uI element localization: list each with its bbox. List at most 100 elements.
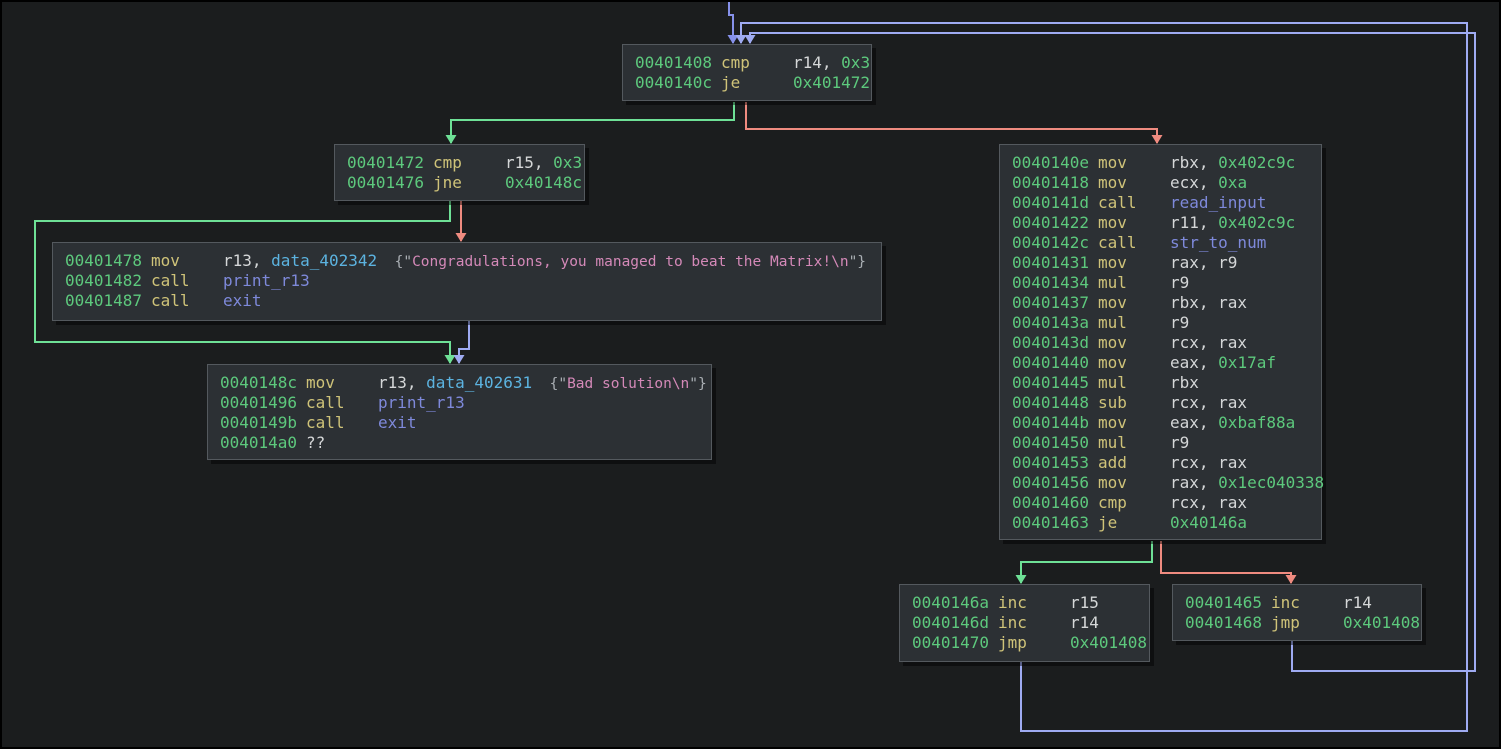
address: 00401460 bbox=[1012, 493, 1098, 513]
graph-canvas[interactable]: 00401408cmpr14, 0x30040140cje0x401472004… bbox=[0, 0, 1501, 749]
instruction-00401437[interactable]: 00401437movrbx, rax bbox=[1000, 293, 1321, 313]
basic-block-0040146a[interactable]: 0040146aincr150040146dincr1400401470jmp0… bbox=[899, 584, 1150, 662]
instruction-00401408[interactable]: 00401408cmpr14, 0x3 bbox=[623, 53, 871, 73]
operand-reg: r9 bbox=[1170, 433, 1189, 452]
address: 0040146d bbox=[912, 613, 998, 633]
instruction-00401478[interactable]: 00401478movr13, data_402342 {"Congradula… bbox=[53, 251, 881, 271]
address: 0040140e bbox=[1012, 153, 1098, 173]
address: 00401482 bbox=[65, 271, 151, 291]
address: 00401468 bbox=[1185, 613, 1271, 633]
address: 00401434 bbox=[1012, 273, 1098, 293]
instruction-00401431[interactable]: 00401431movrax, r9 bbox=[1000, 253, 1321, 273]
basic-block-0040140e[interactable]: 0040140emovrbx, 0x402c9c00401418movecx, … bbox=[999, 144, 1322, 540]
mnemonic: je bbox=[1098, 513, 1170, 533]
operand-reg: eax, bbox=[1170, 353, 1218, 372]
mnemonic: cmp bbox=[433, 153, 505, 173]
instruction-00401476[interactable]: 00401476jne0x40148c bbox=[335, 173, 584, 193]
address: 00401476 bbox=[347, 173, 433, 193]
address: 00401445 bbox=[1012, 373, 1098, 393]
instruction-00401448[interactable]: 00401448subrcx, rax bbox=[1000, 393, 1321, 413]
instruction-00401422[interactable]: 00401422movr11, 0x402c9c bbox=[1000, 213, 1321, 233]
operand-cmt: {" bbox=[377, 254, 412, 270]
mnemonic: call bbox=[151, 291, 223, 311]
operand-imm: 0x402c9c bbox=[1218, 213, 1295, 232]
mnemonic: call bbox=[1098, 233, 1170, 253]
operand-reg: r14 bbox=[1343, 593, 1372, 612]
address: 0040144b bbox=[1012, 413, 1098, 433]
instruction-00401482[interactable]: 00401482callprint_r13 bbox=[53, 271, 881, 291]
operand-fn: print_r13 bbox=[223, 271, 310, 290]
mnemonic: sub bbox=[1098, 393, 1170, 413]
operand-fn: str_to_num bbox=[1170, 233, 1266, 252]
instruction-00401487[interactable]: 00401487callexit bbox=[53, 291, 881, 311]
operand-reg: rcx, rax bbox=[1170, 493, 1247, 512]
instruction-0040142c[interactable]: 0040142ccallstr_to_num bbox=[1000, 233, 1321, 253]
instruction-0040146a[interactable]: 0040146aincr15 bbox=[900, 593, 1149, 613]
instruction-00401463[interactable]: 00401463je0x40146a bbox=[1000, 513, 1321, 533]
operand-imm: 0x3 bbox=[553, 153, 582, 172]
instruction-00401470[interactable]: 00401470jmp0x401408 bbox=[900, 633, 1149, 653]
instruction-00401434[interactable]: 00401434mulr9 bbox=[1000, 273, 1321, 293]
mnemonic: mul bbox=[1098, 373, 1170, 393]
operand-imm: 0x401408 bbox=[1343, 613, 1420, 632]
instruction-0040149b[interactable]: 0040149bcallexit bbox=[208, 413, 711, 433]
operand-cmt: "} bbox=[689, 376, 706, 392]
instruction-0040140e[interactable]: 0040140emovrbx, 0x402c9c bbox=[1000, 153, 1321, 173]
address: 0040149b bbox=[220, 413, 306, 433]
operand-imm: 0x3 bbox=[841, 53, 870, 72]
instruction-00401472[interactable]: 00401472cmpr15, 0x3 bbox=[335, 153, 584, 173]
basic-block-00401478[interactable]: 00401478movr13, data_402342 {"Congradula… bbox=[52, 242, 882, 321]
instruction-0040141d[interactable]: 0040141dcallread_input bbox=[1000, 193, 1321, 213]
operand-reg: r15 bbox=[1070, 593, 1099, 612]
mnemonic: mov bbox=[1098, 173, 1170, 193]
instruction-0040143d[interactable]: 0040143dmovrcx, rax bbox=[1000, 333, 1321, 353]
mnemonic: mov bbox=[1098, 213, 1170, 233]
operand-reg: rbx, rax bbox=[1170, 293, 1247, 312]
instruction-00401456[interactable]: 00401456movrax, 0x1ec040338 bbox=[1000, 473, 1321, 493]
operand-data: data_402631 bbox=[426, 373, 532, 392]
basic-block-0040148c[interactable]: 0040148cmovr13, data_402631 {"Bad soluti… bbox=[207, 364, 712, 460]
instruction-00401418[interactable]: 00401418movecx, 0xa bbox=[1000, 173, 1321, 193]
operand-reg: r9 bbox=[1170, 313, 1189, 332]
address: 0040142c bbox=[1012, 233, 1098, 253]
mnemonic: je bbox=[721, 73, 793, 93]
instruction-0040143a[interactable]: 0040143amulr9 bbox=[1000, 313, 1321, 333]
instruction-0040148c[interactable]: 0040148cmovr13, data_402631 {"Bad soluti… bbox=[208, 373, 711, 393]
mnemonic: mov bbox=[1098, 353, 1170, 373]
instruction-00401496[interactable]: 00401496callprint_r13 bbox=[208, 393, 711, 413]
operand-reg: rcx, rax bbox=[1170, 393, 1247, 412]
operand-reg: r15, bbox=[505, 153, 553, 172]
instruction-0040144b[interactable]: 0040144bmoveax, 0xbaf88a bbox=[1000, 413, 1321, 433]
address: 00401478 bbox=[65, 251, 151, 271]
mnemonic: jmp bbox=[1271, 613, 1343, 633]
instruction-0040146d[interactable]: 0040146dincr14 bbox=[900, 613, 1149, 633]
instruction-00401453[interactable]: 00401453addrcx, rax bbox=[1000, 453, 1321, 473]
mnemonic: mov bbox=[306, 373, 378, 393]
mnemonic: mov bbox=[1098, 413, 1170, 433]
instruction-0040140c[interactable]: 0040140cje0x401472 bbox=[623, 73, 871, 93]
operand-fn: print_r13 bbox=[378, 393, 465, 412]
mnemonic: add bbox=[1098, 453, 1170, 473]
instruction-004014a0[interactable]: 004014a0?? bbox=[208, 433, 711, 453]
instruction-00401450[interactable]: 00401450mulr9 bbox=[1000, 433, 1321, 453]
mnemonic: jmp bbox=[998, 633, 1070, 653]
operand-str: Congradulations, you managed to beat the… bbox=[412, 254, 849, 270]
mnemonic: inc bbox=[1271, 593, 1343, 613]
operand-reg: r14 bbox=[1070, 613, 1099, 632]
operand-reg: r11, bbox=[1170, 213, 1218, 232]
instruction-00401440[interactable]: 00401440moveax, 0x17af bbox=[1000, 353, 1321, 373]
operand-imm: 0x401408 bbox=[1070, 633, 1147, 652]
instruction-00401460[interactable]: 00401460cmprcx, rax bbox=[1000, 493, 1321, 513]
address: 00401437 bbox=[1012, 293, 1098, 313]
instruction-00401468[interactable]: 00401468jmp0x401408 bbox=[1173, 613, 1421, 633]
mnemonic: mul bbox=[1098, 273, 1170, 293]
basic-block-00401465[interactable]: 00401465incr1400401468jmp0x401408 bbox=[1172, 584, 1422, 641]
operand-imm: 0x17af bbox=[1218, 353, 1276, 372]
basic-block-00401472[interactable]: 00401472cmpr15, 0x300401476jne0x40148c bbox=[334, 144, 585, 201]
mnemonic: call bbox=[1098, 193, 1170, 213]
mnemonic: call bbox=[306, 413, 378, 433]
mnemonic: cmp bbox=[721, 53, 793, 73]
basic-block-00401408[interactable]: 00401408cmpr14, 0x30040140cje0x401472 bbox=[622, 44, 872, 101]
instruction-00401465[interactable]: 00401465incr14 bbox=[1173, 593, 1421, 613]
instruction-00401445[interactable]: 00401445mulrbx bbox=[1000, 373, 1321, 393]
